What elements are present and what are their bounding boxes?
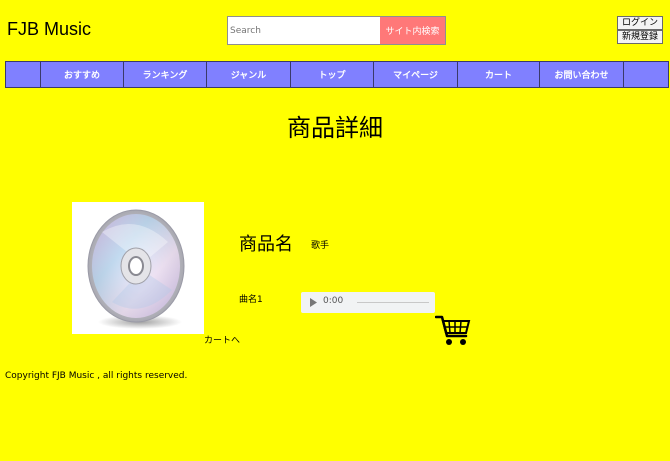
play-icon[interactable] <box>310 298 317 307</box>
nav-item-cart[interactable]: カート <box>457 62 539 87</box>
nav-item-top[interactable]: トップ <box>290 62 373 87</box>
site-logo[interactable]: FJB Music <box>7 19 91 40</box>
search-input[interactable] <box>228 17 380 44</box>
nav-item-contact[interactable]: お問い合わせ <box>539 62 623 87</box>
cd-image <box>87 209 185 329</box>
search-box: サイト内検索 <box>227 16 446 45</box>
nav-spacer-right <box>623 62 637 87</box>
main-nav: おすすめ ランキング ジャンル トップ マイページ カート お問い合わせ <box>5 61 669 88</box>
login-button[interactable]: ログイン <box>617 16 663 30</box>
song-name: 曲名1 <box>239 295 263 305</box>
site-search-button[interactable]: サイト内検索 <box>380 17 445 44</box>
nav-item-mypage[interactable]: マイページ <box>373 62 457 87</box>
register-button[interactable]: 新規登録 <box>617 30 663 44</box>
cart-icon[interactable] <box>435 314 471 348</box>
audio-progress-bar[interactable] <box>357 302 429 303</box>
audio-player[interactable]: 0:00 <box>301 292 435 313</box>
nav-item-genre[interactable]: ジャンル <box>206 62 290 87</box>
nav-item-ranking[interactable]: ランキング <box>123 62 206 87</box>
audio-time: 0:00 <box>323 296 344 306</box>
footer-copyright: Copyright FJB Music , all rights reserve… <box>5 371 188 381</box>
page-title: 商品詳細 <box>287 114 383 142</box>
nav-spacer-left <box>6 62 40 87</box>
artist-name: 歌手 <box>311 241 330 251</box>
product-image <box>72 202 204 334</box>
product-name: 商品名 <box>239 234 293 255</box>
nav-item-recommend[interactable]: おすすめ <box>40 62 123 87</box>
auth-buttons: ログイン 新規登録 <box>617 16 665 44</box>
cart-link[interactable]: カートへ <box>204 333 240 346</box>
